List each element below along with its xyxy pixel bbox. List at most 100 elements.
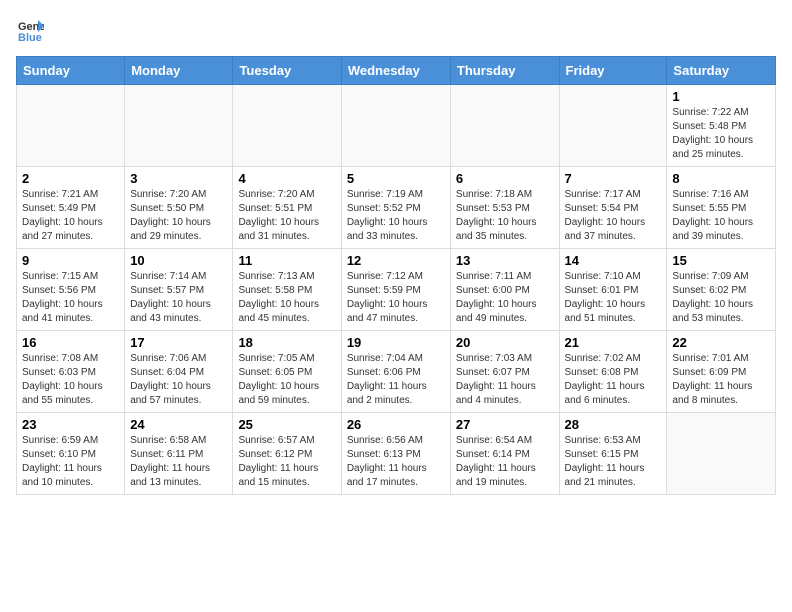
calendar-cell: 20 Sunrise: 7:03 AMSunset: 6:07 PMDayligh… (450, 331, 559, 413)
day-info: Sunrise: 7:21 AMSunset: 5:49 PMDaylight:… (22, 188, 119, 244)
day-info: Sunrise: 6:54 AMSunset: 6:14 PMDaylight:… (456, 434, 554, 490)
day-info: Sunrise: 7:16 AMSunset: 5:55 PMDaylight:… (672, 188, 770, 244)
day-of-week-header: Saturday (667, 57, 776, 85)
day-info: Sunrise: 7:03 AMSunset: 6:07 PMDaylight:… (456, 352, 554, 408)
day-number: 2 (22, 171, 119, 186)
svg-text:Blue: Blue (18, 32, 42, 44)
day-number: 27 (456, 417, 554, 432)
calendar-week-row: 9 Sunrise: 7:15 AMSunset: 5:56 PMDaylight… (17, 249, 776, 331)
day-number: 5 (347, 171, 445, 186)
day-of-week-header: Tuesday (233, 57, 341, 85)
logo-icon: General Blue (16, 16, 44, 44)
calendar-cell (667, 413, 776, 495)
calendar-cell: 26 Sunrise: 6:56 AMSunset: 6:13 PMDayligh… (341, 413, 450, 495)
day-info: Sunrise: 7:06 AMSunset: 6:04 PMDaylight:… (130, 352, 227, 408)
calendar-cell: 13 Sunrise: 7:11 AMSunset: 6:00 PMDayligh… (450, 249, 559, 331)
day-number: 15 (672, 253, 770, 268)
day-number: 10 (130, 253, 227, 268)
calendar-cell: 16 Sunrise: 7:08 AMSunset: 6:03 PMDayligh… (17, 331, 125, 413)
day-number: 7 (565, 171, 662, 186)
calendar-week-row: 16 Sunrise: 7:08 AMSunset: 6:03 PMDayligh… (17, 331, 776, 413)
day-number: 9 (22, 253, 119, 268)
day-info: Sunrise: 7:10 AMSunset: 6:01 PMDaylight:… (565, 270, 662, 326)
calendar-cell: 18 Sunrise: 7:05 AMSunset: 6:05 PMDayligh… (233, 331, 341, 413)
day-number: 4 (238, 171, 335, 186)
calendar-cell (341, 85, 450, 167)
calendar-cell: 8 Sunrise: 7:16 AMSunset: 5:55 PMDaylight… (667, 167, 776, 249)
calendar-cell: 19 Sunrise: 7:04 AMSunset: 6:06 PMDayligh… (341, 331, 450, 413)
calendar-week-row: 2 Sunrise: 7:21 AMSunset: 5:49 PMDaylight… (17, 167, 776, 249)
calendar-cell: 27 Sunrise: 6:54 AMSunset: 6:14 PMDayligh… (450, 413, 559, 495)
calendar-cell (17, 85, 125, 167)
day-number: 8 (672, 171, 770, 186)
day-of-week-header: Thursday (450, 57, 559, 85)
day-info: Sunrise: 7:09 AMSunset: 6:02 PMDaylight:… (672, 270, 770, 326)
day-number: 12 (347, 253, 445, 268)
day-number: 16 (22, 335, 119, 350)
day-number: 18 (238, 335, 335, 350)
calendar-cell: 5Sunrise: 7:19 AMSunset: 5:52 PMDaylight… (341, 167, 450, 249)
day-number: 14 (565, 253, 662, 268)
day-number: 13 (456, 253, 554, 268)
day-info: Sunrise: 6:59 AMSunset: 6:10 PMDaylight:… (22, 434, 119, 490)
day-info: Sunrise: 6:53 AMSunset: 6:15 PMDaylight:… (565, 434, 662, 490)
calendar-table: SundayMondayTuesdayWednesdayThursdayFrid… (16, 56, 776, 495)
day-info: Sunrise: 7:12 AMSunset: 5:59 PMDaylight:… (347, 270, 445, 326)
calendar-cell: 11Sunrise: 7:13 AMSunset: 5:58 PMDayligh… (233, 249, 341, 331)
day-number: 28 (565, 417, 662, 432)
calendar-week-row: 1 Sunrise: 7:22 AMSunset: 5:48 PMDaylight… (17, 85, 776, 167)
calendar-cell (559, 85, 667, 167)
day-info: Sunrise: 7:22 AMSunset: 5:48 PMDaylight:… (672, 106, 770, 162)
logo: General Blue (16, 16, 48, 44)
calendar-cell: 17 Sunrise: 7:06 AMSunset: 6:04 PMDayligh… (125, 331, 233, 413)
day-number: 23 (22, 417, 119, 432)
calendar-cell: 23 Sunrise: 6:59 AMSunset: 6:10 PMDayligh… (17, 413, 125, 495)
day-info: Sunrise: 7:01 AMSunset: 6:09 PMDaylight:… (672, 352, 770, 408)
calendar-cell: 4 Sunrise: 7:20 AMSunset: 5:51 PMDaylight… (233, 167, 341, 249)
day-info: Sunrise: 7:18 AMSunset: 5:53 PMDaylight:… (456, 188, 554, 244)
calendar-cell: 7 Sunrise: 7:17 AMSunset: 5:54 PMDaylight… (559, 167, 667, 249)
calendar-cell: 6Sunrise: 7:18 AMSunset: 5:53 PMDaylight… (450, 167, 559, 249)
day-info: Sunrise: 7:15 AMSunset: 5:56 PMDaylight:… (22, 270, 119, 326)
day-of-week-header: Sunday (17, 57, 125, 85)
calendar-cell: 9 Sunrise: 7:15 AMSunset: 5:56 PMDaylight… (17, 249, 125, 331)
day-number: 26 (347, 417, 445, 432)
day-info: Sunrise: 7:13 AMSunset: 5:58 PMDaylight:… (238, 270, 335, 326)
day-of-week-header: Friday (559, 57, 667, 85)
day-info: Sunrise: 7:05 AMSunset: 6:05 PMDaylight:… (238, 352, 335, 408)
calendar-header-row: SundayMondayTuesdayWednesdayThursdayFrid… (17, 57, 776, 85)
day-info: Sunrise: 7:08 AMSunset: 6:03 PMDaylight:… (22, 352, 119, 408)
calendar-cell: 2 Sunrise: 7:21 AMSunset: 5:49 PMDaylight… (17, 167, 125, 249)
day-info: Sunrise: 7:11 AMSunset: 6:00 PMDaylight:… (456, 270, 554, 326)
day-number: 21 (565, 335, 662, 350)
calendar-cell (450, 85, 559, 167)
day-number: 22 (672, 335, 770, 350)
day-number: 19 (347, 335, 445, 350)
day-number: 17 (130, 335, 227, 350)
day-number: 1 (672, 89, 770, 104)
day-number: 20 (456, 335, 554, 350)
day-of-week-header: Wednesday (341, 57, 450, 85)
calendar-cell: 25 Sunrise: 6:57 AMSunset: 6:12 PMDayligh… (233, 413, 341, 495)
calendar-cell: 15 Sunrise: 7:09 AMSunset: 6:02 PMDayligh… (667, 249, 776, 331)
day-number: 25 (238, 417, 335, 432)
day-info: Sunrise: 7:17 AMSunset: 5:54 PMDaylight:… (565, 188, 662, 244)
day-info: Sunrise: 6:57 AMSunset: 6:12 PMDaylight:… (238, 434, 335, 490)
day-number: 24 (130, 417, 227, 432)
calendar-week-row: 23 Sunrise: 6:59 AMSunset: 6:10 PMDayligh… (17, 413, 776, 495)
calendar-cell (233, 85, 341, 167)
day-info: Sunrise: 6:58 AMSunset: 6:11 PMDaylight:… (130, 434, 227, 490)
day-info: Sunrise: 7:14 AMSunset: 5:57 PMDaylight:… (130, 270, 227, 326)
day-info: Sunrise: 6:56 AMSunset: 6:13 PMDaylight:… (347, 434, 445, 490)
calendar-cell: 22 Sunrise: 7:01 AMSunset: 6:09 PMDayligh… (667, 331, 776, 413)
day-info: Sunrise: 7:20 AMSunset: 5:50 PMDaylight:… (130, 188, 227, 244)
day-info: Sunrise: 7:04 AMSunset: 6:06 PMDaylight:… (347, 352, 445, 408)
calendar-cell: 28 Sunrise: 6:53 AMSunset: 6:15 PMDayligh… (559, 413, 667, 495)
calendar-cell: 10 Sunrise: 7:14 AMSunset: 5:57 PMDayligh… (125, 249, 233, 331)
day-info: Sunrise: 7:20 AMSunset: 5:51 PMDaylight:… (238, 188, 335, 244)
calendar-cell: 1 Sunrise: 7:22 AMSunset: 5:48 PMDaylight… (667, 85, 776, 167)
calendar-cell: 12 Sunrise: 7:12 AMSunset: 5:59 PMDayligh… (341, 249, 450, 331)
calendar-cell: 14 Sunrise: 7:10 AMSunset: 6:01 PMDayligh… (559, 249, 667, 331)
calendar-cell: 3Sunrise: 7:20 AMSunset: 5:50 PMDaylight… (125, 167, 233, 249)
calendar-cell: 21Sunrise: 7:02 AMSunset: 6:08 PMDayligh… (559, 331, 667, 413)
